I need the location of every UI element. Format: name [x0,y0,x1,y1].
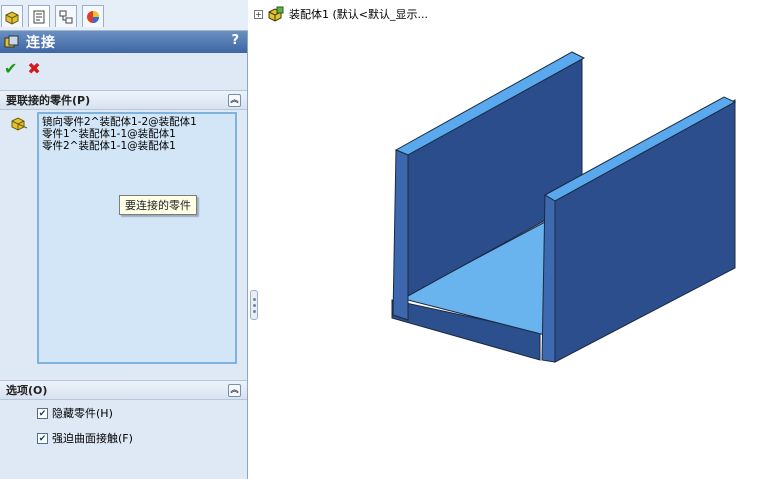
display-manager-icon [87,10,99,23]
property-manager-icon [33,10,45,23]
force-surface-contact-checkbox[interactable]: ✔ [37,432,48,444]
collapse-chevron-icon[interactable]: ︽ [228,94,241,107]
feature-manager-icon [5,10,19,25]
help-button[interactable]: ? [231,33,239,48]
page-title: 连接 [26,35,56,51]
assembly-icon [268,6,284,22]
components-group-title: 要联接的零件(P) [6,94,91,107]
assembly-tree-root[interactable]: + 装配体1 (默认<默认_显示... [254,6,428,22]
list-item[interactable]: 镜向零件2^装配体1-2@装配体1 [42,116,232,128]
hide-components-checkbox[interactable]: ✔ [37,407,48,419]
action-bar: ✔ ✖ [0,56,247,80]
ok-check-icon[interactable]: ✔ [4,59,17,78]
tab-configuration-manager[interactable] [55,5,77,27]
components-selection-icon [11,117,28,131]
u-channel-model[interactable] [380,40,740,380]
options-group-body: ✔ 隐藏零件(H) ✔ 强迫曲面接触(F) [0,401,247,461]
list-item[interactable]: 零件1^装配体1-1@装配体1 [42,128,232,140]
cancel-x-icon[interactable]: ✖ [27,59,40,78]
tab-display-manager[interactable] [82,5,104,27]
option-force-surface-contact[interactable]: ✔ 强迫曲面接触(F) [37,430,133,446]
option-hide-components[interactable]: ✔ 隐藏零件(H) [37,405,113,421]
configuration-manager-icon [59,10,73,23]
assembly-tree-label: 装配体1 (默认<默认_显示... [289,8,428,21]
option-label: 强迫曲面接触(F) [52,432,133,445]
tab-property-manager[interactable] [28,5,50,27]
option-label: 隐藏零件(H) [52,407,113,420]
collapse-chevron-icon[interactable]: ︽ [228,384,241,397]
components-list[interactable]: 镜向零件2^装配体1-2@装配体1 零件1^装配体1-1@装配体1 零件2^装配… [37,112,237,364]
components-group-header[interactable]: 要联接的零件(P) ︽ [0,90,247,110]
options-group-header[interactable]: 选项(O) ︽ [0,380,247,400]
manager-tabbar [0,0,248,31]
property-title-bar: 连接 ? [0,31,247,53]
expand-tree-icon[interactable]: + [254,9,263,19]
property-manager-panel: 连接 ? ✔ ✖ 要联接的零件(P) ︽ 镜向零件2^装配体1-2@装配体1 零… [0,0,248,479]
list-item[interactable]: 零件2^装配体1-1@装配体1 [42,140,232,152]
mate-connect-icon [4,35,19,48]
options-group-title: 选项(O) [6,384,48,397]
tooltip: 要连接的零件 [119,195,197,215]
panel-splitter-handle[interactable] [250,290,258,320]
tab-feature-manager[interactable] [1,5,23,27]
